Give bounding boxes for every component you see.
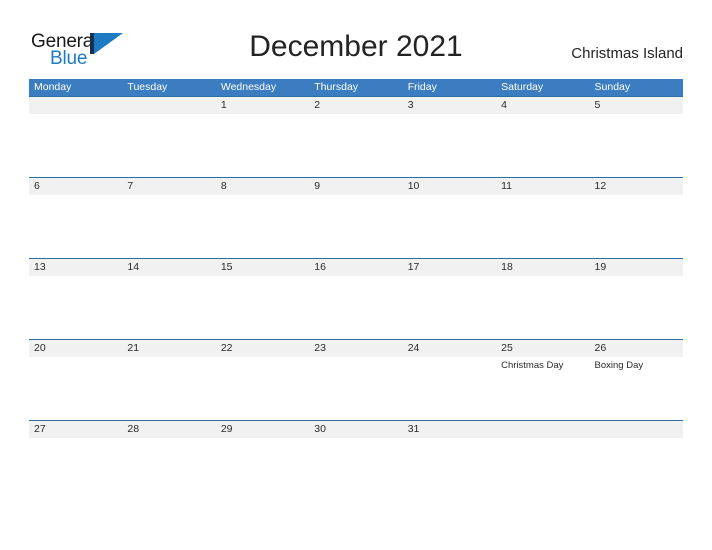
date-cell[interactable]: 27 xyxy=(29,421,122,438)
weekday-header-monday: Monday xyxy=(34,81,72,93)
date-cell[interactable]: 2 xyxy=(309,97,402,114)
event-cell xyxy=(309,276,402,339)
weekday-header-saturday: Saturday xyxy=(501,81,544,93)
date-cell[interactable]: 21 xyxy=(122,340,215,357)
weekday-header-tuesday: Tuesday xyxy=(127,81,168,93)
weekday-header-thursday: Thursday xyxy=(314,81,359,93)
week-event-band xyxy=(29,438,683,501)
date-cell[interactable]: 31 xyxy=(403,421,496,438)
date-cell[interactable] xyxy=(590,421,683,438)
calendar-page: General Blue December 2021 Christmas Isl… xyxy=(0,0,712,550)
week-date-band: 13 14 15 16 17 18 19 xyxy=(29,259,683,276)
page-header: General Blue December 2021 Christmas Isl… xyxy=(0,0,712,80)
event-cell xyxy=(29,357,122,420)
week-date-band: 6 7 8 9 10 11 12 xyxy=(29,178,683,195)
event-cell xyxy=(496,114,589,177)
date-cell[interactable]: 20 xyxy=(29,340,122,357)
date-cell[interactable]: 6 xyxy=(29,178,122,195)
event-cell-christmas-day: Christmas Day xyxy=(501,360,564,371)
weekday-header-wednesday: Wednesday xyxy=(220,81,277,93)
event-cell xyxy=(309,114,402,177)
date-cell[interactable]: 11 xyxy=(496,178,589,195)
date-cell[interactable]: 30 xyxy=(309,421,402,438)
event-cell xyxy=(590,195,683,258)
date-cell[interactable]: 7 xyxy=(122,178,215,195)
event-cell xyxy=(590,114,683,177)
event-cell xyxy=(122,438,215,501)
event-cell xyxy=(122,357,215,420)
date-cell[interactable] xyxy=(29,97,122,114)
date-cell[interactable] xyxy=(496,421,589,438)
date-cell[interactable]: 12 xyxy=(590,178,683,195)
calendar-week-row: 20 21 22 23 24 25 26 Christmas Day Boxin… xyxy=(29,339,683,420)
event-cell xyxy=(403,276,496,339)
event-cell xyxy=(29,276,122,339)
week-event-band xyxy=(29,114,683,177)
week-event-band: Christmas Day Boxing Day xyxy=(29,357,683,420)
date-cell[interactable]: 9 xyxy=(309,178,402,195)
event-cell xyxy=(403,357,496,420)
week-event-band xyxy=(29,195,683,258)
date-cell[interactable]: 1 xyxy=(216,97,309,114)
event-cell xyxy=(496,276,589,339)
event-cell xyxy=(216,357,309,420)
event-cell xyxy=(122,195,215,258)
event-cell xyxy=(216,114,309,177)
date-cell[interactable]: 10 xyxy=(403,178,496,195)
date-cell[interactable]: 18 xyxy=(496,259,589,276)
event-cell xyxy=(590,276,683,339)
event-cell xyxy=(496,438,589,501)
date-cell[interactable]: 26 xyxy=(590,340,683,357)
calendar-week-row: 1 2 3 4 5 xyxy=(29,96,683,177)
date-cell[interactable]: 5 xyxy=(590,97,683,114)
event-cell xyxy=(122,276,215,339)
calendar-week-row: 27 28 29 30 31 xyxy=(29,420,683,501)
event-cell xyxy=(29,114,122,177)
event-cell xyxy=(309,195,402,258)
week-event-band xyxy=(29,276,683,339)
event-cell xyxy=(216,438,309,501)
event-cell xyxy=(216,276,309,339)
event-cell xyxy=(309,357,402,420)
date-cell[interactable]: 25 xyxy=(496,340,589,357)
event-cell xyxy=(122,114,215,177)
date-cell[interactable]: 16 xyxy=(309,259,402,276)
event-cell xyxy=(29,438,122,501)
event-cell xyxy=(403,438,496,501)
weekday-header-sunday: Sunday xyxy=(594,81,631,93)
event-cell xyxy=(403,114,496,177)
event-cell xyxy=(403,195,496,258)
calendar-grid: Monday Tuesday Wednesday Thursday Friday… xyxy=(29,79,683,501)
event-cell xyxy=(216,195,309,258)
date-cell[interactable]: 4 xyxy=(496,97,589,114)
event-cell xyxy=(29,195,122,258)
date-cell[interactable]: 28 xyxy=(122,421,215,438)
week-date-band: 27 28 29 30 31 xyxy=(29,421,683,438)
event-cell xyxy=(496,195,589,258)
date-cell[interactable]: 8 xyxy=(216,178,309,195)
date-cell[interactable]: 29 xyxy=(216,421,309,438)
date-cell[interactable]: 17 xyxy=(403,259,496,276)
date-cell[interactable] xyxy=(122,97,215,114)
date-cell[interactable]: 13 xyxy=(29,259,122,276)
date-cell[interactable]: 23 xyxy=(309,340,402,357)
weekday-header-row: Monday Tuesday Wednesday Thursday Friday… xyxy=(29,79,683,96)
date-cell[interactable]: 24 xyxy=(403,340,496,357)
location-label: Christmas Island xyxy=(571,45,683,62)
week-date-band: 1 2 3 4 5 xyxy=(29,97,683,114)
week-date-band: 20 21 22 23 24 25 26 xyxy=(29,340,683,357)
date-cell[interactable]: 19 xyxy=(590,259,683,276)
date-cell[interactable]: 22 xyxy=(216,340,309,357)
calendar-week-row: 6 7 8 9 10 11 12 xyxy=(29,177,683,258)
calendar-week-row: 13 14 15 16 17 18 19 xyxy=(29,258,683,339)
date-cell[interactable]: 3 xyxy=(403,97,496,114)
weekday-header-friday: Friday xyxy=(407,81,437,93)
date-cell[interactable]: 14 xyxy=(122,259,215,276)
date-cell[interactable]: 15 xyxy=(216,259,309,276)
event-cell-boxing-day: Boxing Day xyxy=(594,360,644,371)
event-cell xyxy=(309,438,402,501)
event-cell xyxy=(590,438,683,501)
